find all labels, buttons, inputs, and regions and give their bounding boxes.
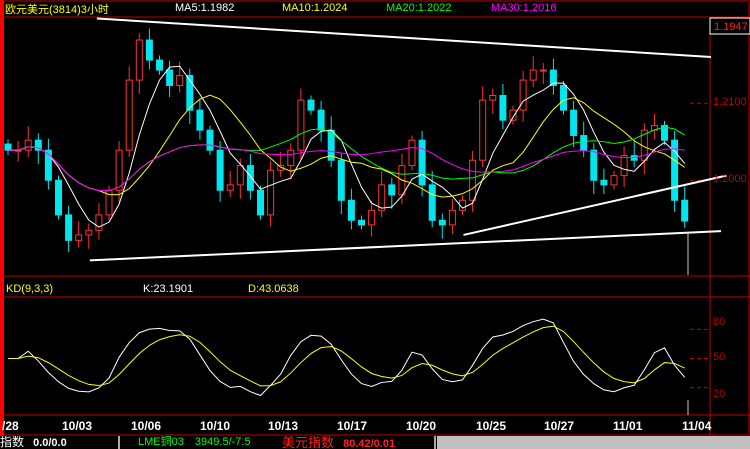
kd-k-line xyxy=(8,318,686,397)
candle-up xyxy=(125,79,133,151)
status-value: 80.42/0.01 xyxy=(343,438,396,449)
candle-up xyxy=(226,184,234,191)
status-label: 美元指数 xyxy=(282,436,335,449)
candle-down xyxy=(206,129,214,151)
candle-up xyxy=(529,69,537,81)
candle-up xyxy=(85,229,93,236)
candle-down xyxy=(358,219,365,226)
status-value: 3949.5/-7.5 xyxy=(194,436,251,448)
candle-up xyxy=(448,209,456,226)
candle-down xyxy=(681,199,689,222)
chart-title: 欧元美元(3814)3小时 xyxy=(5,4,109,16)
candle-up xyxy=(368,209,376,226)
candle-down xyxy=(246,165,254,191)
x-tick-label: 10/10 xyxy=(200,419,231,433)
trendline xyxy=(96,17,712,58)
status-item[interactable]: 美元指数 80.42/0.01 xyxy=(280,436,436,449)
candle-up xyxy=(115,149,123,191)
candle-down xyxy=(347,199,355,221)
x-tick-label: 11/01 xyxy=(613,419,643,433)
kd-d-value: D:43.0638 xyxy=(248,283,299,295)
candle-down xyxy=(156,59,163,71)
candle-down xyxy=(307,99,315,111)
status-item[interactable]: LME铜03 3949.5/-7.5 xyxy=(122,436,292,449)
candle-down xyxy=(216,149,224,191)
candle-down xyxy=(560,84,567,111)
candle-up xyxy=(95,214,103,231)
candle-down xyxy=(499,94,507,121)
status-empty xyxy=(437,436,750,449)
kd-k-value: K:23.1901 xyxy=(143,283,194,295)
candle-up xyxy=(24,139,32,151)
candle-up xyxy=(469,159,477,201)
y-tick-label: 1.2100 xyxy=(713,96,747,108)
candle-down xyxy=(55,179,62,216)
candle-down xyxy=(570,109,578,137)
candle-up xyxy=(135,39,143,81)
candle-down xyxy=(388,184,396,196)
x-tick-label: 10/17 xyxy=(337,419,368,433)
candle-up xyxy=(297,99,305,151)
kd-tick-label: 20 xyxy=(713,388,726,400)
current-price-label: 1.1947 xyxy=(714,21,748,33)
y-tick-label: 1.2000 xyxy=(713,173,747,185)
candle-down xyxy=(600,179,608,186)
x-tick-label: /28 xyxy=(2,419,19,433)
candle-down xyxy=(166,69,174,86)
candle-down xyxy=(317,109,325,131)
candle-up xyxy=(287,149,295,167)
candle-down xyxy=(196,109,204,131)
candle-up xyxy=(267,169,275,216)
kd-indicator-name: KD(9,3,3) xyxy=(6,283,54,295)
candle-up xyxy=(620,155,628,177)
candle-down xyxy=(257,189,264,216)
ma10-label: MA10:1.2024 xyxy=(282,2,348,14)
candle-up xyxy=(539,69,547,72)
candle-up xyxy=(479,99,487,161)
status-item[interactable]: 指数 0.0/0.0 xyxy=(0,436,120,449)
candle-down xyxy=(590,149,598,181)
candle-down xyxy=(580,135,588,151)
x-tick-label: 10/20 xyxy=(406,419,437,433)
x-tick-label: 10/03 xyxy=(62,419,93,433)
status-label: LME铜03 xyxy=(138,436,184,448)
candle-down xyxy=(337,159,345,201)
candle-up xyxy=(610,175,618,186)
candle-down xyxy=(428,184,436,221)
candle-up xyxy=(509,109,517,121)
status-label: 指数 xyxy=(0,436,25,449)
trendline xyxy=(89,230,722,262)
kd-tick-label: 50 xyxy=(713,351,726,363)
ma30-label: MA30:1.2016 xyxy=(491,2,557,14)
x-tick-label: 10/25 xyxy=(476,419,507,433)
candle-down xyxy=(145,39,153,61)
candle-down xyxy=(4,143,12,151)
candle-up xyxy=(378,184,386,211)
candle-down xyxy=(65,214,73,241)
ma5-label: MA5:1.1982 xyxy=(175,2,235,14)
x-tick-label: 10/13 xyxy=(268,419,299,433)
kd-tick-label: 80 xyxy=(713,316,726,328)
x-tick-label: 11/04 xyxy=(682,419,712,433)
left-border xyxy=(0,0,4,436)
x-tick-label: 10/27 xyxy=(544,419,575,433)
candle-up xyxy=(489,94,497,101)
x-tick-label: 10/06 xyxy=(131,419,162,433)
chart-canvas xyxy=(0,0,750,436)
candle-up xyxy=(176,74,184,86)
candle-down xyxy=(438,219,446,226)
candle-down xyxy=(418,139,426,186)
candle-up xyxy=(408,139,416,167)
candle-up xyxy=(236,165,244,186)
candle-up xyxy=(75,234,83,241)
status-value: 0.0/0.0 xyxy=(33,437,67,449)
candle-up xyxy=(519,79,527,111)
ma20-label: MA20:1.2022 xyxy=(386,2,452,14)
